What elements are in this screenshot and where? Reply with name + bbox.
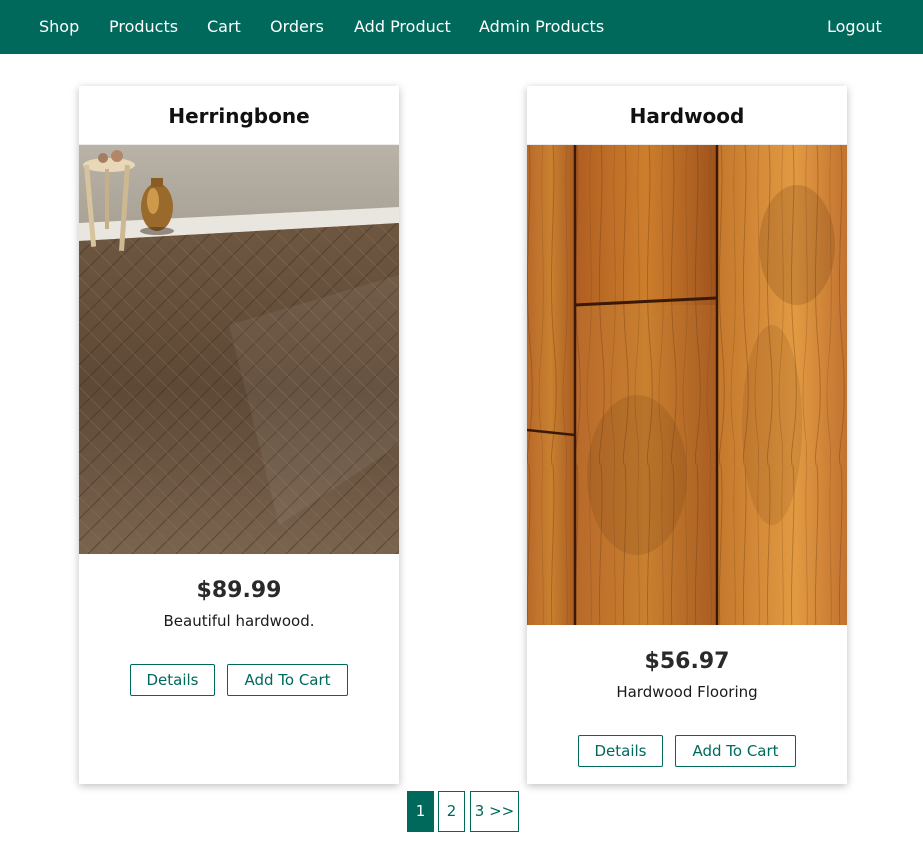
add-to-cart-button[interactable]: Add To Cart	[227, 664, 348, 696]
details-button[interactable]: Details	[578, 735, 663, 767]
page-link-2[interactable]: 2	[438, 791, 465, 832]
product-title: Herringbone	[79, 86, 399, 145]
product-card: Hardwood $56.97 Hardwood Flooring Detail…	[527, 86, 847, 784]
product-image-herringbone	[79, 145, 399, 554]
product-price: $89.99	[196, 578, 282, 603]
add-to-cart-button[interactable]: Add To Cart	[675, 735, 796, 767]
product-description: Hardwood Flooring	[616, 683, 758, 701]
nav-link-cart[interactable]: Cart	[207, 17, 241, 37]
nav-link-add-product[interactable]: Add Product	[354, 17, 451, 37]
nav-link-shop[interactable]: Shop	[39, 17, 79, 37]
nav-link-products[interactable]: Products	[109, 17, 178, 37]
nav-link-logout[interactable]: Logout	[827, 17, 882, 37]
product-price: $56.97	[644, 649, 730, 674]
page-link-3-next[interactable]: 3 >>	[470, 791, 519, 832]
product-card: Herringbone $89.99 Beautiful hardwood. D…	[79, 86, 399, 784]
details-button[interactable]: Details	[130, 664, 215, 696]
page-link-1[interactable]: 1	[407, 791, 434, 832]
nav-link-admin-products[interactable]: Admin Products	[479, 17, 604, 37]
product-description: Beautiful hardwood.	[163, 612, 315, 630]
product-image-hardwood	[527, 145, 847, 625]
product-title: Hardwood	[527, 86, 847, 145]
top-navbar: Shop Products Cart Orders Add Product Ad…	[0, 0, 923, 54]
nav-link-orders[interactable]: Orders	[270, 17, 324, 37]
